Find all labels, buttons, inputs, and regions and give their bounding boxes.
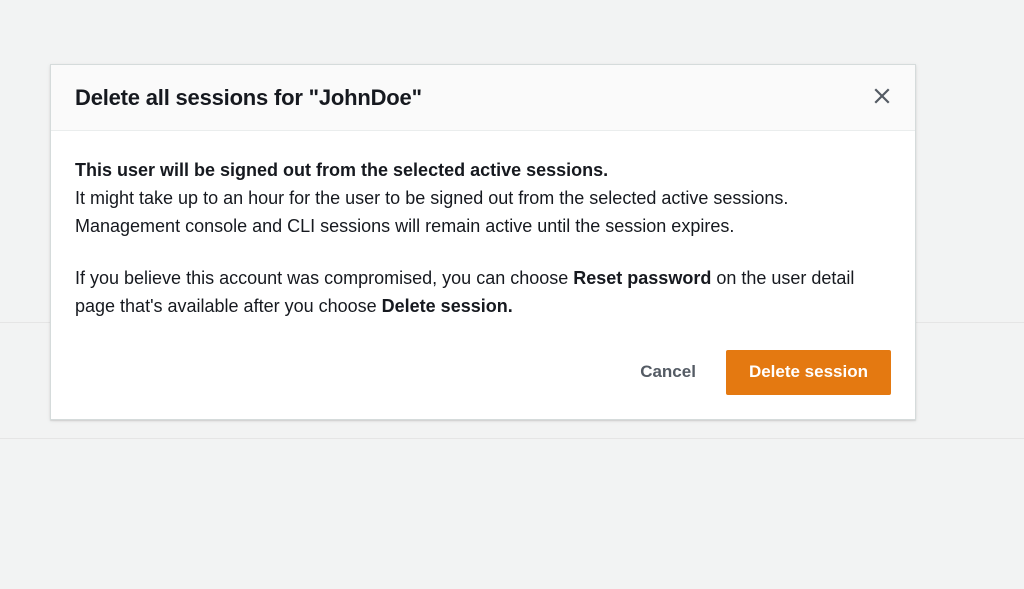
compromise-paragraph: If you believe this account was compromi… (75, 265, 891, 321)
delete-sessions-modal: Delete all sessions for "JohnDoe" This u… (50, 64, 916, 420)
warning-detail: It might take up to an hour for the user… (75, 188, 788, 236)
modal-title: Delete all sessions for "JohnDoe" (75, 85, 422, 111)
warning-heading: This user will be signed out from the se… (75, 160, 608, 180)
delete-session-button[interactable]: Delete session (726, 350, 891, 394)
modal-body: This user will be signed out from the se… (51, 131, 915, 350)
warning-paragraph: This user will be signed out from the se… (75, 157, 891, 241)
delete-session-label: Delete session. (382, 296, 513, 316)
compromise-text-prefix: If you believe this account was compromi… (75, 268, 573, 288)
close-button[interactable] (869, 83, 895, 112)
modal-footer: Cancel Delete session (51, 350, 915, 418)
cancel-button[interactable]: Cancel (628, 351, 708, 393)
modal-header: Delete all sessions for "JohnDoe" (51, 65, 915, 131)
close-icon (873, 87, 891, 108)
reset-password-label: Reset password (573, 268, 711, 288)
